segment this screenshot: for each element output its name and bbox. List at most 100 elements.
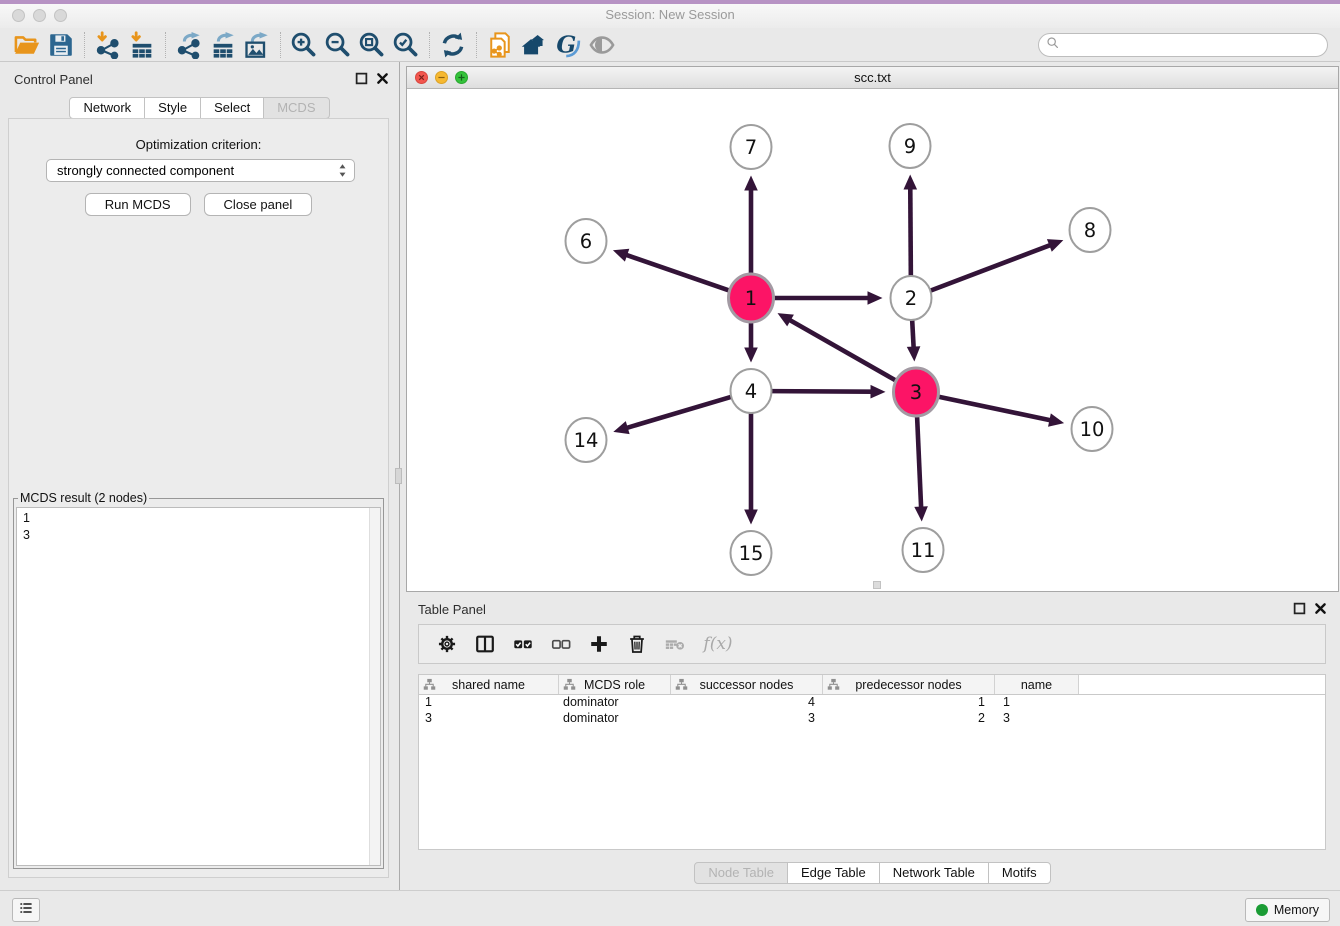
- search-input[interactable]: [1065, 37, 1319, 54]
- tab-mcds[interactable]: MCDS: [263, 97, 329, 119]
- delete-columns-icon[interactable]: [625, 632, 649, 656]
- zoom-selected-icon[interactable]: [389, 30, 423, 60]
- close-panel-icon[interactable]: [376, 72, 389, 85]
- tab-network[interactable]: Network: [69, 97, 145, 119]
- toolbar-separator: [280, 32, 281, 58]
- edge-4-3[interactable]: [771, 391, 872, 392]
- network-title: scc.txt: [407, 70, 1338, 85]
- edge-2-9[interactable]: [910, 188, 911, 278]
- cell-name[interactable]: 3: [995, 711, 1079, 727]
- optimization-select[interactable]: strongly connected component: [46, 159, 355, 182]
- toolbar-separator: [165, 32, 166, 58]
- cell-shared-name[interactable]: 3: [419, 711, 559, 727]
- column-type-icon: [827, 678, 840, 691]
- column-header-successor-nodes[interactable]: successor nodes: [671, 675, 823, 694]
- float-panel-icon[interactable]: [1293, 602, 1306, 615]
- tab-style[interactable]: Style: [144, 97, 201, 119]
- cell-name[interactable]: 1: [995, 695, 1079, 711]
- save-session-icon[interactable]: [44, 30, 78, 60]
- edge-2-8[interactable]: [930, 245, 1051, 291]
- node-label-15: 15: [739, 542, 764, 565]
- tab-node-table[interactable]: Node Table: [694, 862, 788, 884]
- cell-successor-nodes[interactable]: 4: [671, 695, 823, 711]
- column-header-predecessor-nodes[interactable]: predecessor nodes: [823, 675, 995, 694]
- task-list-icon: [18, 900, 34, 921]
- edge-arrow-4-14: [613, 421, 629, 434]
- cell-predecessor-nodes[interactable]: 1: [823, 695, 995, 711]
- table-settings-icon[interactable]: [435, 632, 459, 656]
- search-box[interactable]: [1038, 33, 1328, 57]
- tab-select[interactable]: Select: [200, 97, 264, 119]
- ndex-home-icon[interactable]: [517, 30, 551, 60]
- cell-MCDS-role[interactable]: dominator: [559, 695, 671, 711]
- export-table-icon[interactable]: [206, 30, 240, 60]
- export-image-icon[interactable]: [240, 30, 274, 60]
- table-tabs: Node TableEdge TableNetwork TableMotifs: [406, 862, 1339, 884]
- zoom-out-icon[interactable]: [321, 30, 355, 60]
- mcds-result-box[interactable]: 1 3: [16, 507, 381, 866]
- table-row[interactable]: 1dominator411: [419, 695, 1325, 711]
- tab-edge-table[interactable]: Edge Table: [787, 862, 880, 884]
- float-panel-icon[interactable]: [355, 72, 368, 85]
- gene-search-icon[interactable]: G: [551, 30, 585, 60]
- table-row[interactable]: 3dominator323: [419, 711, 1325, 727]
- search-icon: [1045, 35, 1061, 56]
- add-column-icon[interactable]: [587, 632, 611, 656]
- titlebar: Session: New Session: [0, 4, 1340, 28]
- select-all-columns-icon[interactable]: [511, 632, 535, 656]
- task-history-button[interactable]: [12, 898, 40, 922]
- table-body: 1dominator4113dominator323: [419, 695, 1325, 727]
- open-session-icon[interactable]: [10, 30, 44, 60]
- node-label-10: 10: [1080, 418, 1105, 441]
- network-view[interactable]: 7968124310141511: [407, 89, 1338, 591]
- tab-network-table[interactable]: Network Table: [879, 862, 989, 884]
- column-header-shared-name[interactable]: shared name: [419, 675, 559, 694]
- export-network-icon[interactable]: [172, 30, 206, 60]
- edge-3-10[interactable]: [938, 397, 1051, 421]
- mcds-panel: Optimization criterion: strongly connect…: [8, 118, 389, 878]
- import-table-icon[interactable]: [125, 30, 159, 60]
- edge-4-14[interactable]: [626, 397, 731, 428]
- close-panel-button[interactable]: Close panel: [204, 193, 313, 216]
- node-table[interactable]: shared name MCDS role successor nodesprede…: [418, 674, 1326, 850]
- cell-successor-nodes[interactable]: 3: [671, 711, 823, 727]
- close-panel-icon[interactable]: [1314, 602, 1327, 615]
- network-graph[interactable]: 7968124310141511: [407, 89, 1338, 591]
- edge-1-6[interactable]: [626, 255, 730, 291]
- edge-2-3[interactable]: [912, 318, 914, 348]
- column-header-MCDS-role[interactable]: MCDS role: [559, 675, 671, 694]
- zoom-in-icon[interactable]: [287, 30, 321, 60]
- edge-arrow-4-15: [744, 510, 758, 525]
- network-titlebar[interactable]: scc.txt: [407, 67, 1338, 89]
- clone-network-icon[interactable]: [483, 30, 517, 60]
- edge-arrow-1-2: [868, 291, 883, 305]
- column-header-name[interactable]: name: [995, 675, 1079, 694]
- splitter-grip[interactable]: [395, 468, 402, 484]
- memory-button[interactable]: Memory: [1245, 898, 1330, 922]
- edge-3-1[interactable]: [789, 320, 896, 381]
- mcds-result-title: MCDS result (2 nodes): [18, 491, 149, 505]
- table-panel: Table Panel f(x) shared nameMCDS rolesuc…: [406, 596, 1339, 890]
- table-header: shared name MCDS role successor nodesprede…: [419, 675, 1325, 695]
- function-builder-icon: f(x): [701, 632, 735, 656]
- tab-motifs[interactable]: Motifs: [988, 862, 1051, 884]
- canvas-resize-grip[interactable]: [873, 581, 881, 589]
- toolbar-separator: [429, 32, 430, 58]
- unselect-all-columns-icon[interactable]: [549, 632, 573, 656]
- run-mcds-button[interactable]: Run MCDS: [85, 193, 191, 216]
- zoom-fit-icon[interactable]: [355, 30, 389, 60]
- cell-predecessor-nodes[interactable]: 2: [823, 711, 995, 727]
- toggle-columns-icon[interactable]: [473, 632, 497, 656]
- node-label-14: 14: [574, 429, 599, 452]
- edge-arrow-2-9: [903, 174, 917, 189]
- control-panel-title: Control Panel: [14, 72, 93, 87]
- cell-MCDS-role[interactable]: dominator: [559, 711, 671, 727]
- cell-shared-name[interactable]: 1: [419, 695, 559, 711]
- mcds-result-scrollbar[interactable]: [369, 508, 380, 865]
- column-label: MCDS role: [584, 678, 645, 692]
- import-network-icon[interactable]: [91, 30, 125, 60]
- node-label-4: 4: [745, 380, 757, 403]
- apply-layout-icon[interactable]: [436, 30, 470, 60]
- edge-3-11[interactable]: [917, 414, 921, 508]
- status-bar: Memory: [0, 890, 1340, 926]
